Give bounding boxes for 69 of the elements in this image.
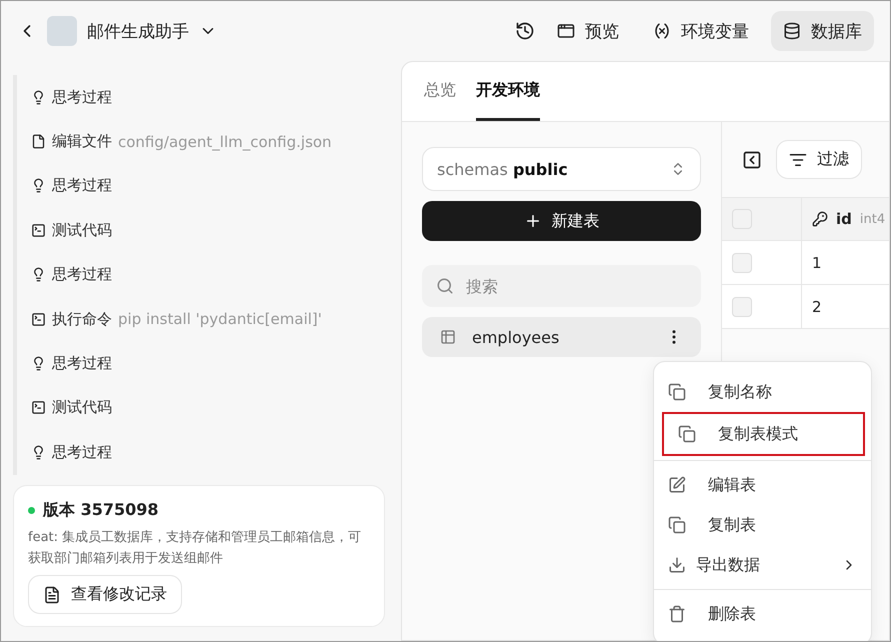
row-checkbox[interactable] <box>732 252 752 272</box>
file-icon <box>31 134 46 150</box>
terminal-icon <box>31 222 46 238</box>
step-label: 思考过程 <box>52 88 112 107</box>
step-label: 思考过程 <box>52 354 112 374</box>
menu-item[interactable]: 复制表模式 <box>664 414 863 454</box>
row-checkbox[interactable] <box>732 296 752 316</box>
copy-icon <box>668 383 686 401</box>
table-cell-text: 2 <box>811 298 822 316</box>
collapse-sidebar-button[interactable] <box>742 150 762 170</box>
top-tab[interactable]: 预览 <box>545 11 631 51</box>
step-item[interactable]: 执行命令 pip install 'pydantic[email]' <box>13 296 385 342</box>
lightbulb-icon <box>31 356 46 372</box>
lightbulb-icon <box>31 267 46 282</box>
search-box[interactable]: 搜索 <box>422 265 701 307</box>
lightbulb-icon <box>31 178 46 194</box>
step-item[interactable]: 测试代码 <box>13 208 385 253</box>
step-item[interactable]: 思考过程 <box>13 75 385 120</box>
window-icon <box>557 22 575 40</box>
copy-icon <box>678 425 696 443</box>
step-label: 测试代码 <box>52 220 112 240</box>
table-cell-text: 1 <box>811 254 822 272</box>
step-label: 执行命令 <box>52 310 112 329</box>
variable-icon <box>653 22 671 40</box>
menu-item[interactable]: 复制表 <box>654 505 871 545</box>
top-tab[interactable]: 数据库 <box>771 11 874 51</box>
top-tab[interactable]: 环境变量 <box>641 11 761 51</box>
step-detail: config/agent_llm_config.json <box>118 132 332 151</box>
menu-item[interactable]: 导出数据 <box>654 545 871 585</box>
step-label: 编辑文件 <box>52 132 112 152</box>
trash-icon <box>668 605 686 623</box>
step-item[interactable]: 思考过程 <box>13 164 385 208</box>
commit-message: feat: 集成员工数据库，支持存储和管理员工邮箱信息，可获取部门邮箱列表用于发送组邮件 <box>28 528 362 568</box>
step-label: 思考过程 <box>52 265 112 284</box>
copy-icon <box>668 516 686 534</box>
edit-icon <box>668 476 686 494</box>
table-item[interactable]: employees <box>422 317 701 357</box>
search-icon <box>436 277 454 295</box>
menu-item[interactable]: 编辑表 <box>654 465 871 505</box>
table-icon <box>440 329 456 345</box>
document-icon <box>43 586 61 604</box>
download-icon <box>668 556 686 574</box>
history-button[interactable] <box>515 21 535 41</box>
filter-button[interactable]: 过滤 <box>776 140 862 179</box>
new-table-button[interactable]: 新建表 <box>422 201 701 241</box>
version-title: 版本 3575098 <box>43 500 158 521</box>
schema-select[interactable]: schemas public <box>422 147 701 191</box>
step-item[interactable]: 测试代码 <box>13 386 385 430</box>
terminal-icon <box>31 400 46 416</box>
menu-item[interactable]: 删除表 <box>654 594 871 634</box>
lightbulb-icon <box>31 444 46 460</box>
env-tab[interactable]: 总览 <box>424 62 456 121</box>
step-item[interactable]: 思考过程 <box>13 341 385 386</box>
step-item[interactable]: 思考过程 <box>13 430 385 475</box>
step-item[interactable]: 编辑文件 config/agent_llm_config.json <box>13 119 385 164</box>
view-changes-button[interactable]: 查看修改记录 <box>28 575 182 614</box>
step-label: 思考过程 <box>52 176 112 196</box>
search-field[interactable]: 搜索 <box>464 265 687 307</box>
database-icon <box>783 22 801 40</box>
menu-item[interactable]: 复制名称 <box>654 372 871 412</box>
robot-avatar-placeholder <box>47 16 77 46</box>
key-icon <box>812 211 828 227</box>
agent-name: 邮件生成助手 <box>87 20 189 42</box>
step-label: 思考过程 <box>52 442 112 462</box>
step-label: 测试代码 <box>52 398 112 418</box>
lightbulb-icon <box>31 90 46 105</box>
step-detail: pip install 'pydantic[email]' <box>118 310 322 328</box>
step-item[interactable]: 思考过程 <box>13 252 385 297</box>
terminal-icon <box>31 312 46 327</box>
